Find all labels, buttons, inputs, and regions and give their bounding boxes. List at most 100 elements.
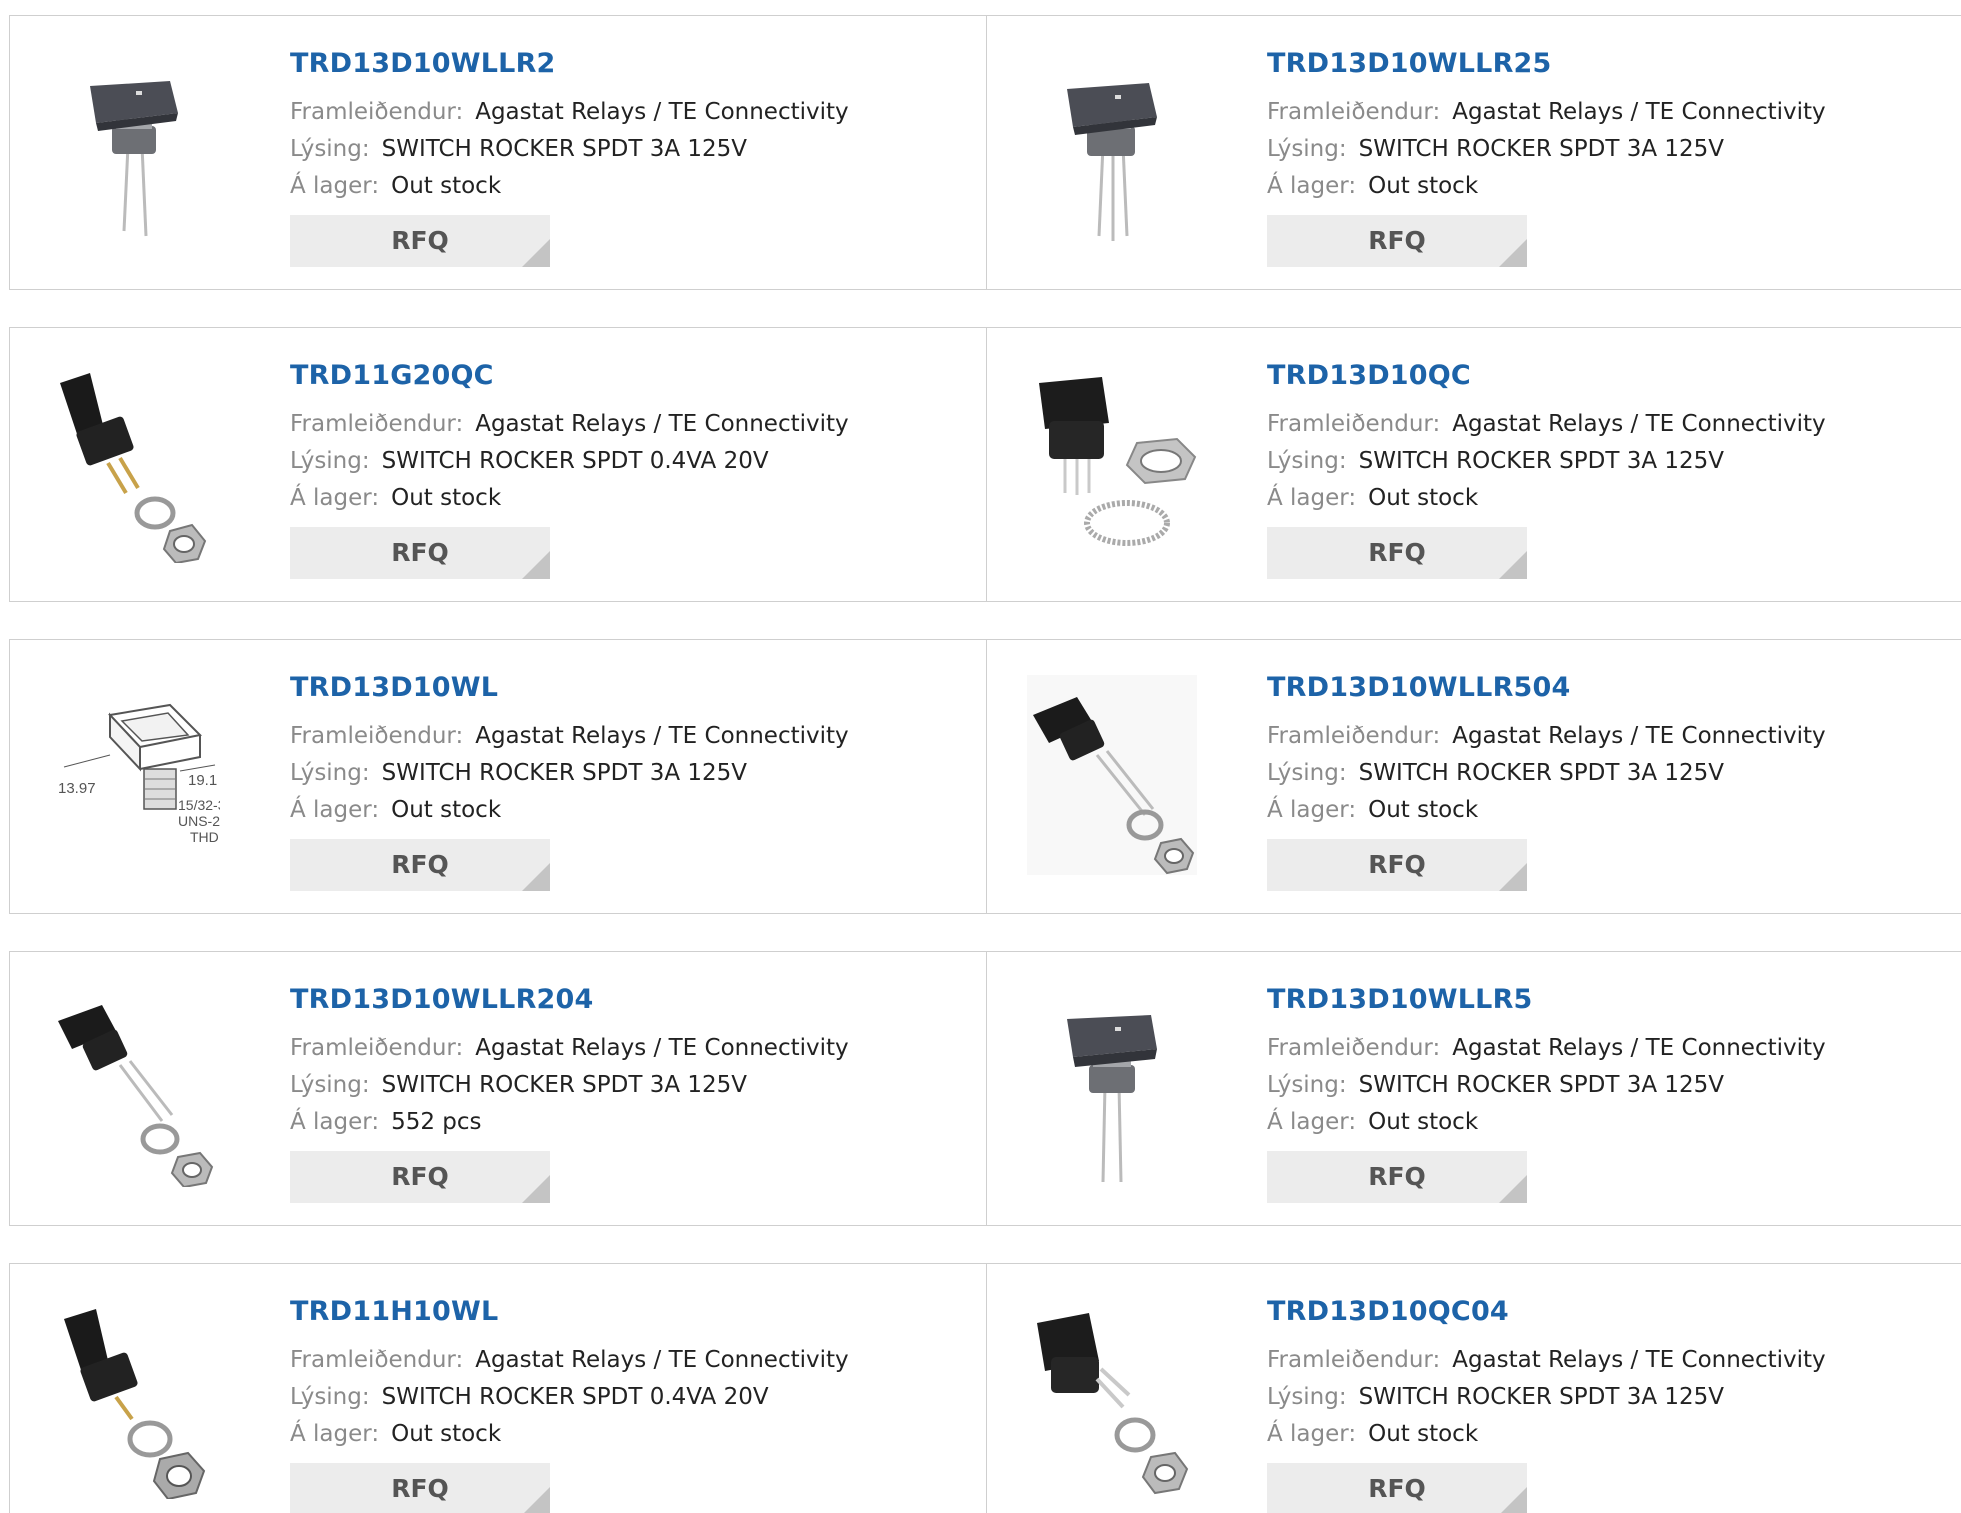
part-number-link[interactable]: TRD13D10WLLR5 <box>1267 982 1955 1018</box>
corner-triangle-icon <box>522 239 550 267</box>
stock-line: Á lager: Out stock <box>290 480 976 517</box>
rfq-button[interactable]: RFQ <box>290 215 550 267</box>
stock-value: Out stock <box>1368 1421 1479 1447</box>
product-row: TRD13D10WLLR204 Framleiðendur: Agastat Re… <box>9 951 1961 1226</box>
corner-triangle-icon <box>1499 551 1527 579</box>
manufacturer-label: Framleiðendur: <box>1267 1035 1441 1061</box>
description-value: SWITCH ROCKER SPDT 0.4VA 20V <box>381 448 769 474</box>
description-value: SWITCH ROCKER SPDT 3A 125V <box>1358 760 1725 786</box>
stock-line: Á lager: Out stock <box>1267 1416 1955 1453</box>
manufacturer-line: Framleiðendur: Agastat Relays / TE Connec… <box>290 406 976 443</box>
part-number-link[interactable]: TRD13D10WLLR504 <box>1267 670 1955 706</box>
rfq-label: RFQ <box>391 1474 449 1503</box>
description-value: SWITCH ROCKER SPDT 3A 125V <box>1358 1072 1725 1098</box>
product-info: TRD13D10QC Framleiðendur: Agastat Relays … <box>1267 358 1955 579</box>
manufacturer-value: Agastat Relays / TE Connectivity <box>475 723 849 749</box>
description-line: Lýsing: SWITCH ROCKER SPDT 0.4VA 20V <box>290 1379 976 1416</box>
stock-line: Á lager: Out stock <box>1267 1104 1955 1141</box>
stock-line: Á lager: Out stock <box>290 168 976 205</box>
dimension-drawing-icon[interactable]: 13.97 19.1 15/32-32 UNS-2A THD <box>50 675 220 875</box>
part-number-link[interactable]: TRD13D10QC <box>1267 358 1955 394</box>
stock-label: Á lager: <box>1267 173 1357 199</box>
rfq-label: RFQ <box>391 538 449 567</box>
stock-label: Á lager: <box>290 797 380 823</box>
manufacturer-label: Framleiðendur: <box>290 1347 464 1373</box>
description-line: Lýsing: SWITCH ROCKER SPDT 3A 125V <box>290 131 976 168</box>
rfq-label: RFQ <box>1368 850 1426 879</box>
part-number-link[interactable]: TRD13D10WLLR2 <box>290 46 976 82</box>
rfq-button[interactable]: RFQ <box>1267 215 1527 267</box>
description-line: Lýsing: SWITCH ROCKER SPDT 3A 125V <box>1267 755 1955 792</box>
corner-triangle-icon <box>1499 1175 1527 1203</box>
stock-value: Out stock <box>391 797 502 823</box>
rocker-switch-grey-icon[interactable] <box>1027 51 1197 251</box>
description-line: Lýsing: SWITCH ROCKER SPDT 3A 125V <box>1267 443 1955 480</box>
product-card: TRD13D10WLLR25 Framleiðendur: Agastat Rel… <box>986 15 1961 290</box>
manufacturer-value: Agastat Relays / TE Connectivity <box>475 411 849 437</box>
manufacturer-line: Framleiðendur: Agastat Relays / TE Connec… <box>1267 1342 1955 1379</box>
description-label: Lýsing: <box>1267 1384 1347 1410</box>
rocker-switch-with-nut-icon[interactable] <box>1027 363 1197 563</box>
description-value: SWITCH ROCKER SPDT 3A 125V <box>1358 448 1725 474</box>
product-info: TRD11H10WL Framleiðendur: Agastat Relays … <box>290 1294 976 1513</box>
product-card: 13.97 19.1 15/32-32 UNS-2A THD TRD13D10W… <box>9 639 987 914</box>
product-row: 13.97 19.1 15/32-32 UNS-2A THD TRD13D10W… <box>9 639 1961 914</box>
product-card: TRD13D10WLLR5 Framleiðendur: Agastat Rela… <box>986 951 1961 1226</box>
description-label: Lýsing: <box>1267 448 1347 474</box>
rocker-switch-with-nut-icon[interactable] <box>50 987 220 1187</box>
part-number-link[interactable]: TRD13D10WLLR25 <box>1267 46 1955 82</box>
description-label: Lýsing: <box>290 760 370 786</box>
stock-value: Out stock <box>1368 173 1479 199</box>
part-number-link[interactable]: TRD13D10WLLR204 <box>290 982 976 1018</box>
manufacturer-value: Agastat Relays / TE Connectivity <box>1452 411 1826 437</box>
rocker-switch-grey-icon[interactable] <box>1027 987 1197 1187</box>
stock-label: Á lager: <box>290 1421 380 1447</box>
stock-value: Out stock <box>391 1421 502 1447</box>
description-line: Lýsing: SWITCH ROCKER SPDT 3A 125V <box>1267 131 1955 168</box>
corner-triangle-icon <box>1499 239 1527 267</box>
description-line: Lýsing: SWITCH ROCKER SPDT 3A 125V <box>290 755 976 792</box>
stock-label: Á lager: <box>1267 797 1357 823</box>
rfq-button[interactable]: RFQ <box>1267 527 1527 579</box>
description-label: Lýsing: <box>290 448 370 474</box>
manufacturer-line: Framleiðendur: Agastat Relays / TE Connec… <box>290 94 976 131</box>
description-label: Lýsing: <box>290 136 370 162</box>
rocker-switch-with-nut-icon[interactable] <box>1027 1299 1197 1499</box>
part-number-link[interactable]: TRD13D10WL <box>290 670 976 706</box>
part-number-link[interactable]: TRD11G20QC <box>290 358 976 394</box>
thread-spec-1: 15/32-32 <box>178 797 220 813</box>
manufacturer-label: Framleiðendur: <box>290 723 464 749</box>
stock-value: Out stock <box>1368 1109 1479 1135</box>
rfq-button[interactable]: RFQ <box>1267 839 1527 891</box>
description-label: Lýsing: <box>290 1384 370 1410</box>
manufacturer-line: Framleiðendur: Agastat Relays / TE Connec… <box>290 1342 976 1379</box>
product-row: TRD13D10WLLR2 Framleiðendur: Agastat Rela… <box>9 15 1961 290</box>
product-card: TRD13D10WLLR204 Framleiðendur: Agastat Re… <box>9 951 987 1226</box>
stock-label: Á lager: <box>1267 1109 1357 1135</box>
toggle-switch-with-nut-icon[interactable] <box>50 1299 220 1499</box>
stock-value: Out stock <box>391 485 502 511</box>
stock-label: Á lager: <box>290 173 380 199</box>
toggle-switch-with-nut-icon[interactable] <box>50 363 220 563</box>
product-card: TRD11G20QC Framleiðendur: Agastat Relays … <box>9 327 987 602</box>
rfq-label: RFQ <box>1368 226 1426 255</box>
description-label: Lýsing: <box>1267 760 1347 786</box>
manufacturer-value: Agastat Relays / TE Connectivity <box>1452 723 1826 749</box>
rfq-button[interactable]: RFQ <box>290 1463 550 1513</box>
rfq-button[interactable]: RFQ <box>1267 1151 1527 1203</box>
corner-triangle-icon <box>522 1175 550 1203</box>
product-info: TRD13D10WLLR5 Framleiðendur: Agastat Rela… <box>1267 982 1955 1203</box>
rfq-button[interactable]: RFQ <box>1267 1463 1527 1513</box>
stock-label: Á lager: <box>290 1109 380 1135</box>
manufacturer-label: Framleiðendur: <box>1267 723 1441 749</box>
corner-triangle-icon <box>522 863 550 891</box>
product-info: TRD13D10WLLR204 Framleiðendur: Agastat Re… <box>290 982 976 1203</box>
part-number-link[interactable]: TRD11H10WL <box>290 1294 976 1330</box>
rfq-button[interactable]: RFQ <box>290 1151 550 1203</box>
rfq-button[interactable]: RFQ <box>290 527 550 579</box>
rocker-switch-grey-icon[interactable] <box>50 51 220 251</box>
rfq-button[interactable]: RFQ <box>290 839 550 891</box>
part-number-link[interactable]: TRD13D10QC04 <box>1267 1294 1955 1330</box>
product-card: TRD13D10QC04 Framleiðendur: Agastat Relay… <box>986 1263 1961 1513</box>
rocker-switch-with-nut-icon[interactable] <box>1027 675 1197 875</box>
